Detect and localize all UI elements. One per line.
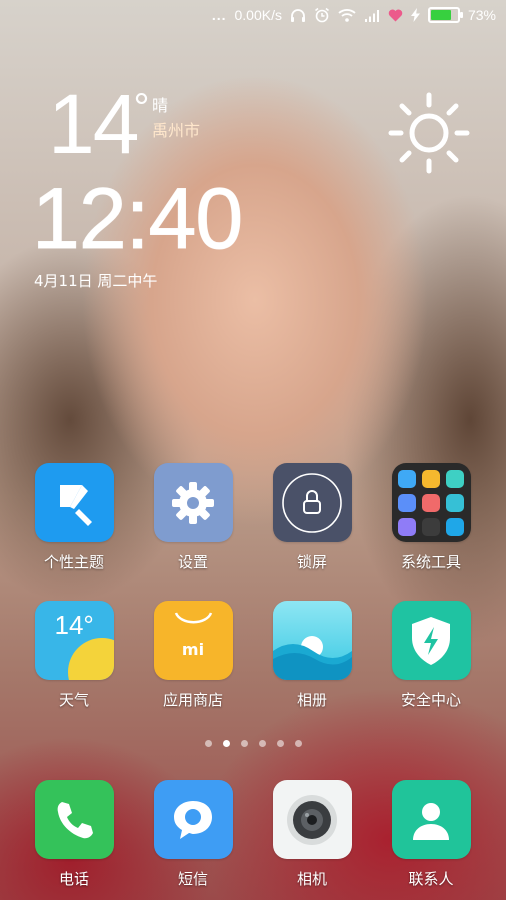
home-screen: ... 0.00K/s 73% 14° 晴 禹州市 12:40 4月11日 周二… — [0, 0, 506, 900]
page-dot[interactable] — [294, 740, 302, 747]
app-label: 设置 — [177, 553, 208, 571]
app-label: 电话 — [58, 870, 89, 888]
gallery-icon — [272, 601, 352, 680]
shopping-bag-icon: mi — [153, 601, 233, 680]
app-store[interactable]: mi 应用商店 — [138, 601, 248, 710]
app-gallery[interactable]: 相册 — [257, 601, 367, 710]
app-label: 天气 — [58, 691, 89, 709]
app-label: 联系人 — [408, 870, 454, 888]
app-label: 应用商店 — [162, 691, 223, 709]
weather-info[interactable]: 晴 禹州市 — [152, 94, 200, 144]
page-dot[interactable] — [222, 740, 230, 747]
app-settings[interactable]: 设置 — [138, 463, 248, 572]
clock-date: 4月11日 周二中午 — [34, 272, 158, 290]
alarm-icon — [315, 7, 329, 23]
message-icon — [153, 780, 233, 859]
app-messages[interactable]: 短信 — [138, 780, 248, 889]
charging-icon — [410, 8, 420, 22]
app-security[interactable]: 安全中心 — [376, 601, 486, 710]
page-dot[interactable] — [240, 740, 248, 747]
battery-percent: 73% — [467, 7, 496, 23]
lock-icon — [272, 463, 352, 542]
page-dot[interactable] — [258, 740, 266, 747]
clock-time[interactable]: 12:40 — [31, 176, 243, 263]
app-lockscreen[interactable]: 锁屏 — [257, 463, 367, 572]
signal-icon — [364, 9, 379, 22]
app-camera[interactable]: 相机 — [257, 780, 367, 889]
app-label: 个性主题 — [43, 553, 104, 571]
app-weather[interactable]: 14° 天气 — [19, 601, 129, 710]
app-label: 相册 — [296, 691, 327, 709]
battery-icon — [427, 7, 463, 23]
more-indicator: ... — [211, 7, 227, 23]
phone-icon — [34, 780, 114, 859]
app-label: 相机 — [296, 870, 327, 888]
network-speed: 0.00K/s — [234, 7, 282, 23]
heart-icon — [388, 9, 403, 21]
folder-icon — [391, 463, 471, 542]
camera-icon — [272, 780, 352, 859]
page-dot[interactable] — [204, 740, 212, 747]
weather-condition: 晴 — [152, 96, 169, 115]
wifi-icon — [338, 9, 356, 22]
security-shield-icon — [391, 601, 471, 680]
weather-city: 禹州市 — [152, 120, 201, 140]
gear-icon — [153, 463, 233, 542]
theme-brush-icon — [34, 463, 114, 542]
sun-icon[interactable] — [388, 92, 470, 174]
page-dot[interactable] — [276, 740, 284, 747]
app-label: 短信 — [177, 870, 208, 888]
weather-icon: 14° — [34, 601, 114, 680]
folder-system-tools[interactable]: 系统工具 — [376, 463, 486, 572]
page-indicator[interactable] — [0, 740, 506, 747]
contacts-icon — [391, 780, 471, 859]
status-bar: ... 0.00K/s 73% — [0, 0, 506, 30]
temperature-display[interactable]: 14° — [48, 82, 151, 166]
app-theme[interactable]: 个性主题 — [19, 463, 129, 572]
temperature-value: 14 — [48, 77, 139, 171]
app-contacts[interactable]: 联系人 — [376, 780, 486, 889]
app-label: 锁屏 — [296, 553, 327, 571]
headphones-icon — [290, 9, 305, 22]
app-label: 系统工具 — [400, 553, 461, 571]
degree-symbol: ° — [133, 86, 149, 130]
app-phone[interactable]: 电话 — [19, 780, 129, 889]
app-label: 安全中心 — [400, 691, 461, 709]
